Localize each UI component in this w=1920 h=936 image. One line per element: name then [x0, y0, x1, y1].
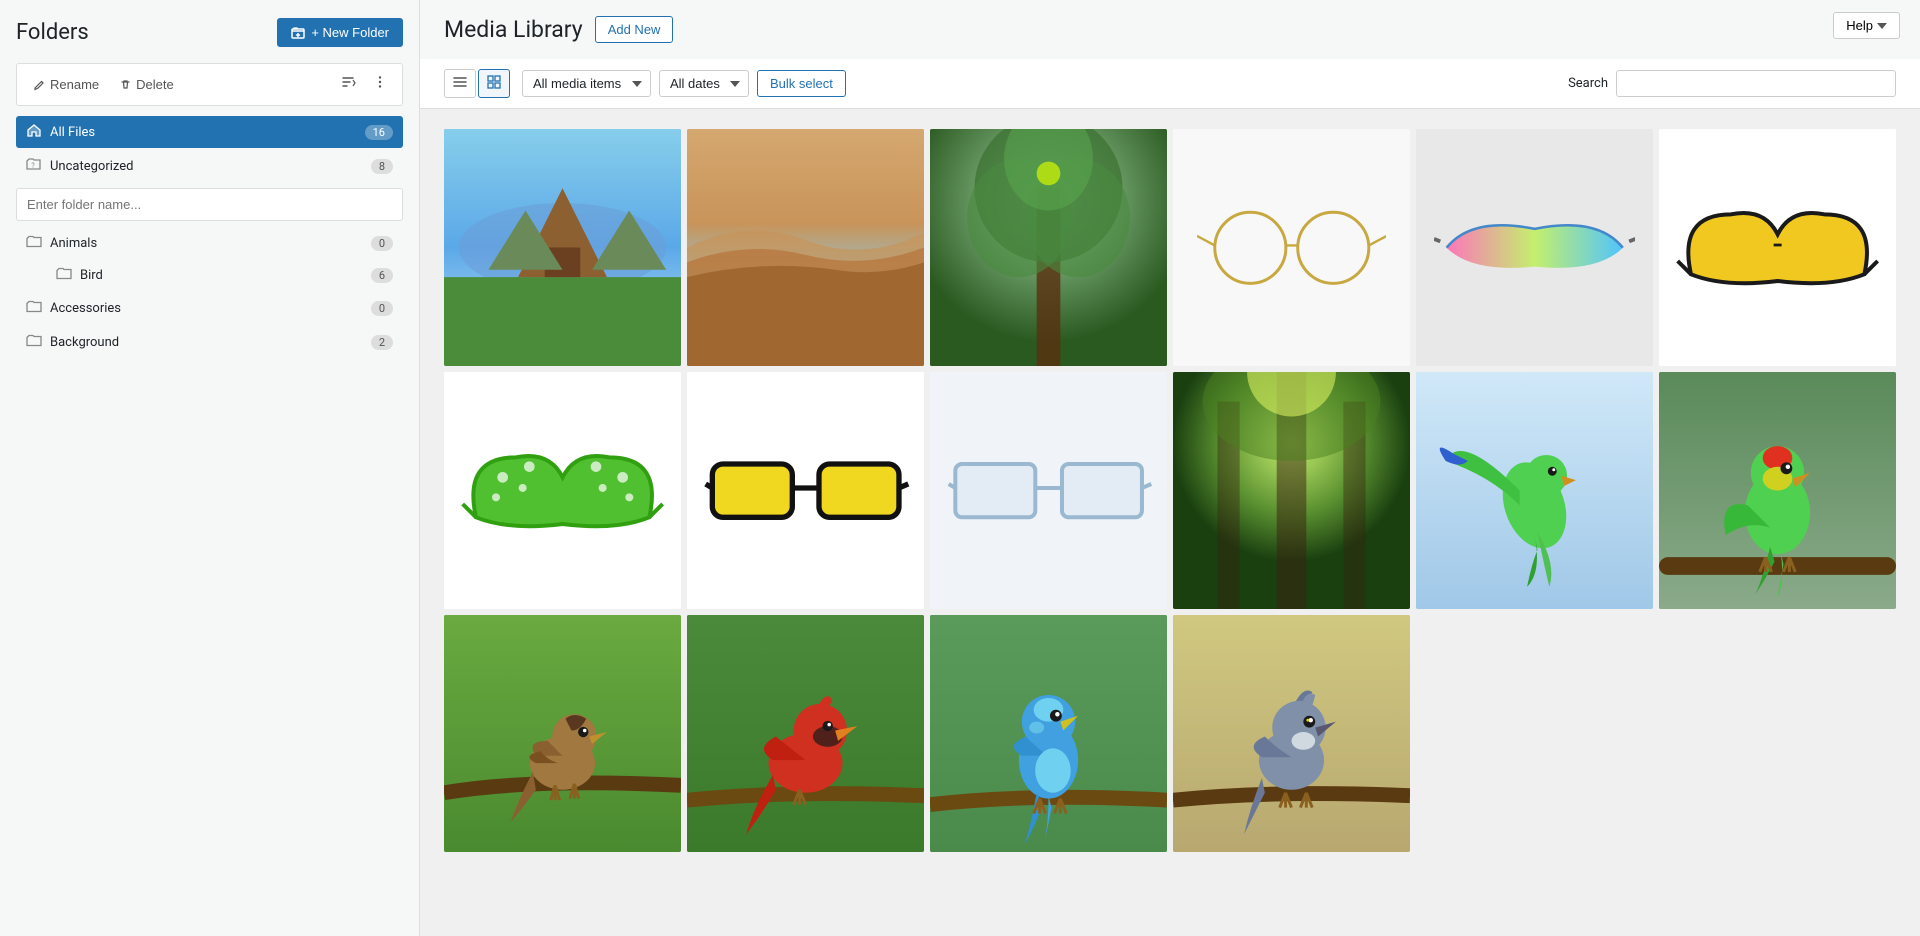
folder-toolbar: Rename Delete [16, 63, 403, 106]
media-item[interactable] [930, 372, 1167, 609]
sidebar-header: Folders + New Folder [16, 18, 403, 47]
media-thumbnail [930, 615, 1167, 852]
media-thumbnail [1173, 129, 1410, 366]
media-item[interactable] [687, 129, 924, 366]
main-header: Media Library Add New [420, 0, 1920, 59]
home-folder-icon [26, 123, 42, 141]
media-grid [420, 109, 1920, 936]
media-thumbnail [687, 372, 924, 609]
media-thumbnail [444, 372, 681, 609]
media-item[interactable] [1173, 372, 1410, 609]
media-item[interactable] [444, 372, 681, 609]
new-folder-button[interactable]: + New Folder [277, 18, 403, 47]
date-filter[interactable]: All dates [659, 70, 749, 97]
media-item[interactable] [687, 372, 924, 609]
bird-folder-icon [56, 267, 72, 284]
media-item[interactable] [1173, 615, 1410, 852]
media-thumbnail [1173, 615, 1410, 852]
media-item[interactable] [687, 615, 924, 852]
media-thumbnail [687, 615, 924, 852]
add-new-button[interactable]: Add New [595, 16, 674, 43]
home-icon [26, 123, 42, 137]
list-view-button[interactable] [444, 69, 476, 98]
search-input[interactable] [1616, 70, 1896, 97]
folder-item-animals[interactable]: Animals 0 [16, 227, 403, 259]
media-thumbnail [687, 129, 924, 366]
trash-icon [119, 78, 132, 91]
media-item[interactable] [930, 615, 1167, 852]
media-type-filter[interactable]: All media items [522, 70, 651, 97]
folder-item-accessories[interactable]: Accessories 0 [16, 292, 403, 324]
media-grid-inner [444, 129, 1896, 852]
folder-list: All Files 16 ? Uncategorized 8 Animal [16, 116, 403, 358]
accessories-folder-icon [26, 299, 42, 317]
media-item[interactable] [1416, 129, 1653, 366]
media-item[interactable] [1416, 372, 1653, 609]
media-item[interactable] [444, 129, 681, 366]
folder-name-input[interactable] [16, 188, 403, 221]
media-thumbnail [1416, 372, 1653, 609]
animals-folder-icon [26, 234, 42, 252]
filter-bar: All media items All dates Bulk select Se… [420, 59, 1920, 109]
media-item[interactable] [1659, 372, 1896, 609]
media-item[interactable] [1173, 129, 1410, 366]
more-icon [372, 74, 388, 90]
background-folder-icon [26, 333, 42, 351]
main-content: Help Media Library Add New [420, 0, 1920, 936]
sort-icon [340, 74, 356, 90]
search-label: Search [1568, 76, 1608, 91]
media-item[interactable] [444, 615, 681, 852]
grid-view-button[interactable] [478, 69, 510, 98]
list-view-icon [453, 76, 467, 88]
more-options-button[interactable] [366, 70, 394, 99]
folder-question-icon: ? [26, 157, 42, 171]
folder-item-all-files[interactable]: All Files 16 [16, 116, 403, 148]
folder-item-bird[interactable]: Bird 6 [16, 261, 403, 290]
sidebar-title: Folders [16, 20, 89, 45]
delete-button[interactable]: Delete [111, 73, 182, 96]
media-thumbnail [1659, 129, 1896, 366]
rename-button[interactable]: Rename [25, 73, 107, 96]
bulk-select-button[interactable]: Bulk select [757, 70, 846, 97]
sort-button[interactable] [334, 70, 362, 99]
media-item[interactable] [930, 129, 1167, 366]
folder-item-background[interactable]: Background 2 [16, 326, 403, 358]
media-thumbnail [1173, 372, 1410, 609]
uncategorized-icon: ? [26, 157, 42, 175]
sidebar: Folders + New Folder Rename Delete [0, 0, 420, 936]
page-title: Media Library [444, 16, 583, 43]
view-toggle [444, 69, 510, 98]
folder-item-uncategorized[interactable]: ? Uncategorized 8 [16, 150, 403, 182]
media-item[interactable] [1659, 129, 1896, 366]
media-thumbnail [930, 372, 1167, 609]
media-thumbnail [444, 615, 681, 852]
media-thumbnail [444, 129, 681, 366]
rename-icon [33, 78, 46, 91]
media-thumbnail [1416, 129, 1653, 366]
new-folder-icon [291, 26, 305, 40]
media-thumbnail [1659, 372, 1896, 609]
chevron-down-icon [1877, 23, 1887, 29]
help-button[interactable]: Help [1833, 12, 1900, 39]
grid-view-icon [487, 75, 501, 89]
media-thumbnail [930, 129, 1167, 366]
